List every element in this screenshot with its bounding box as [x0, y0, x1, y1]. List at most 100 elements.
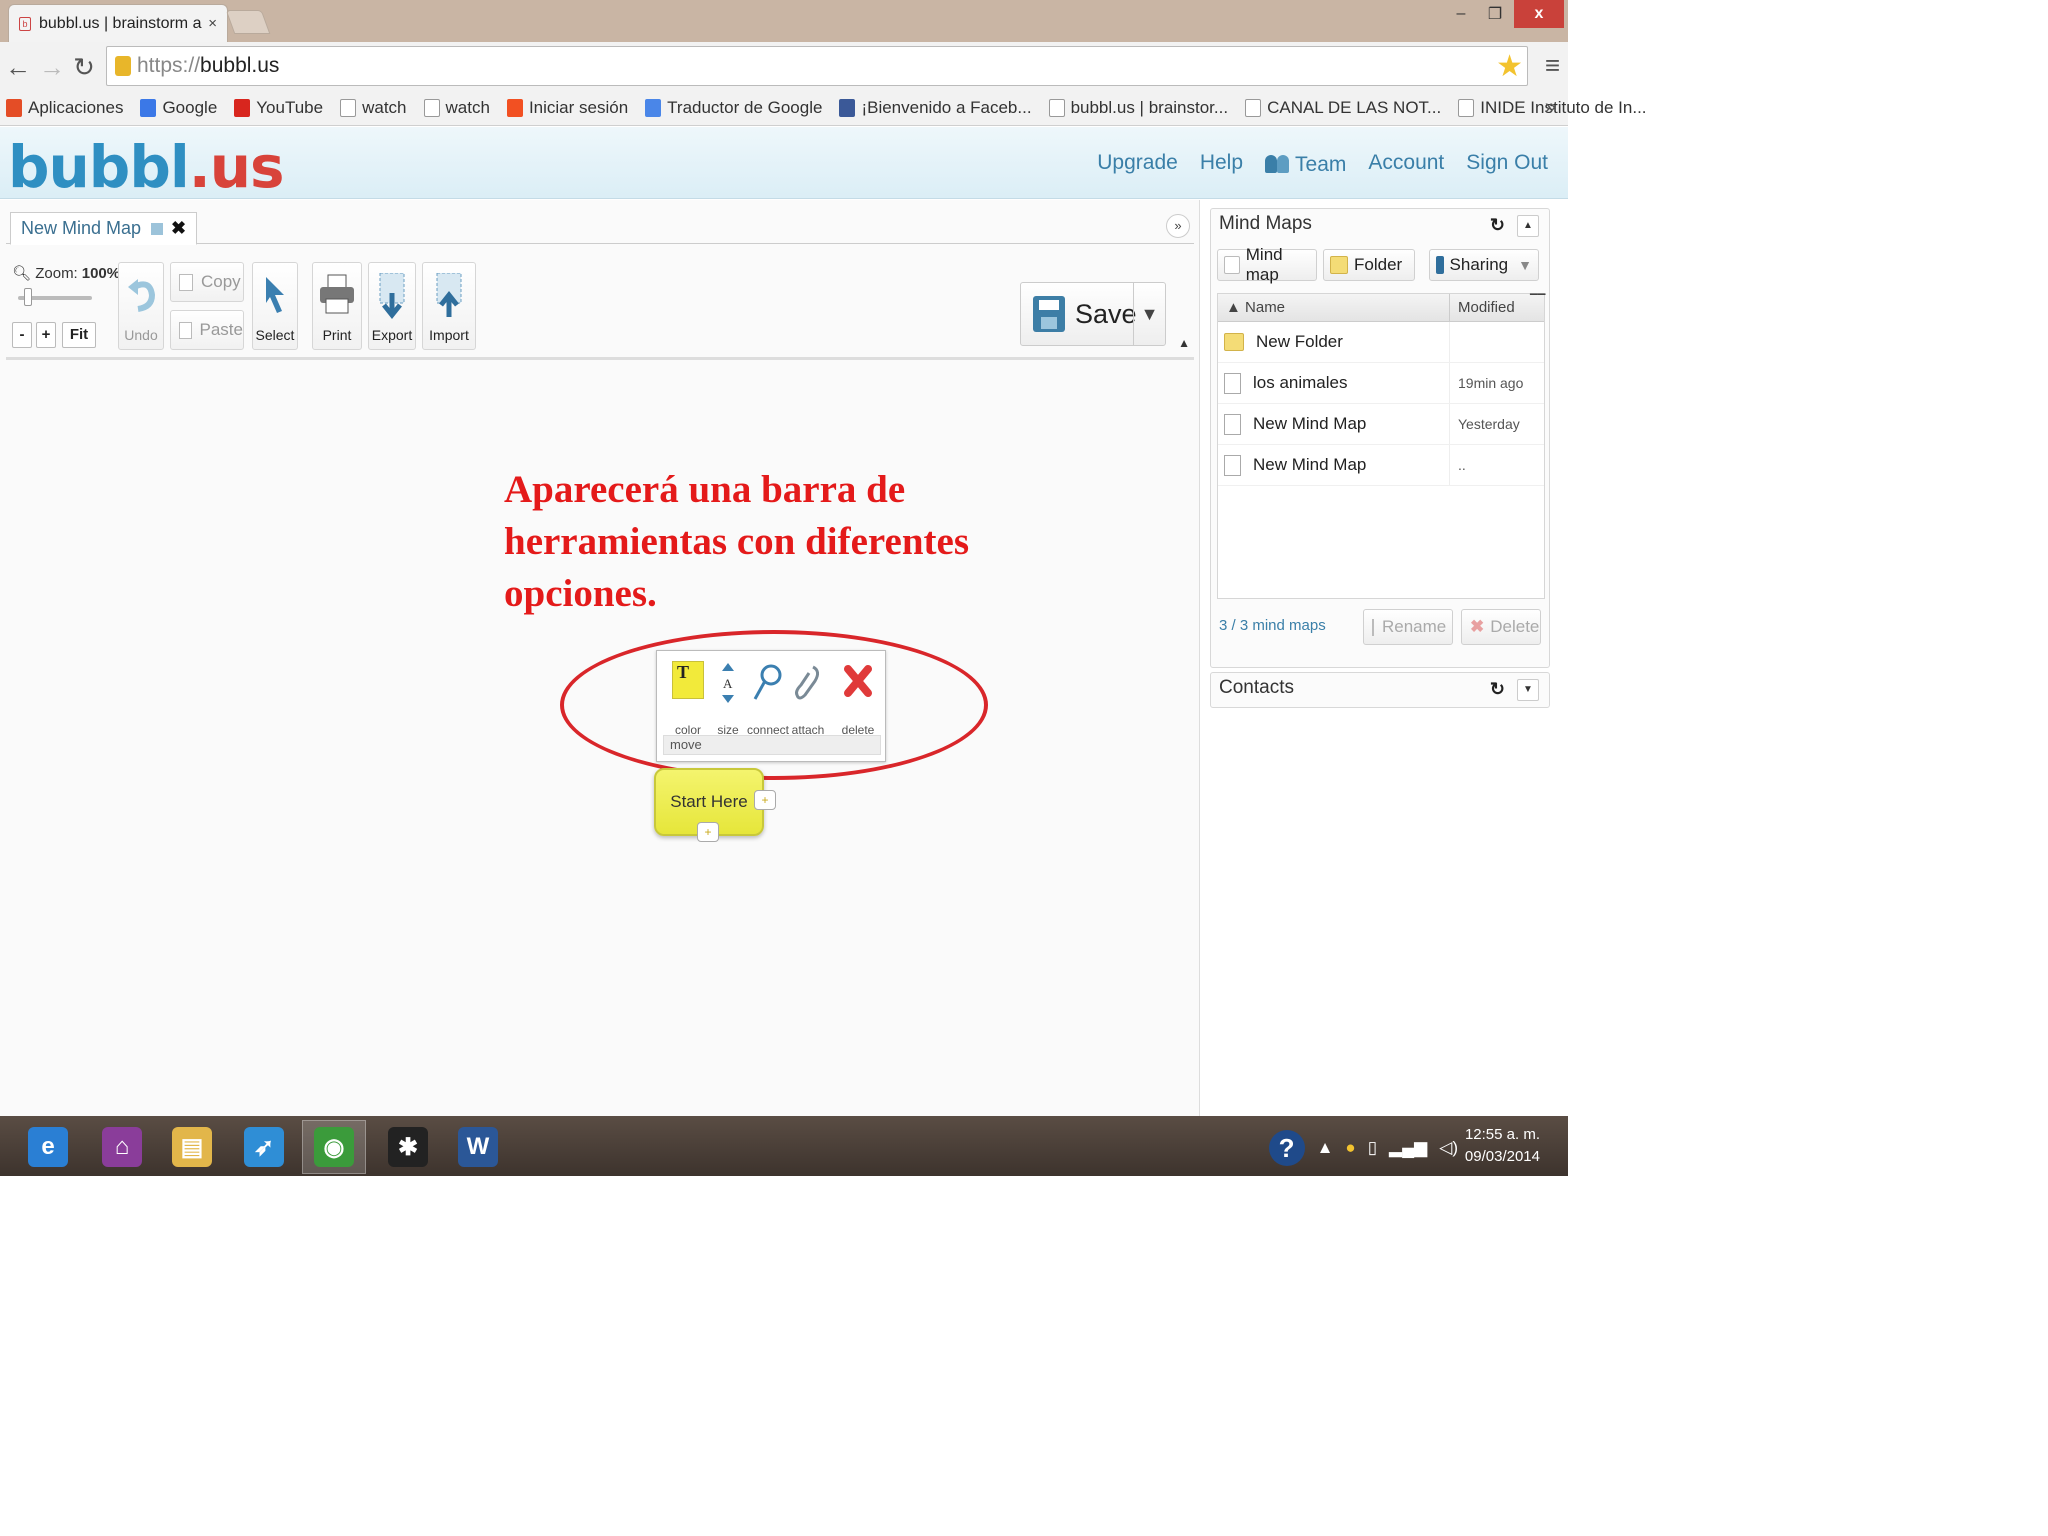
file-row[interactable]: New Folder: [1218, 322, 1544, 363]
select-arrow-icon: [266, 277, 284, 313]
select-button[interactable]: Select: [252, 262, 298, 350]
nav-team[interactable]: Team: [1265, 151, 1346, 177]
system-clock[interactable]: 12:55 a. m. 09/03/2014: [1465, 1124, 1540, 1168]
zoom-fit-button[interactable]: Fit: [62, 322, 96, 348]
nav-upgrade[interactable]: Upgrade: [1097, 151, 1178, 177]
browser-menu-icon[interactable]: ≡: [1545, 50, 1560, 81]
undo-button[interactable]: Undo: [118, 262, 164, 350]
taskbar-file-explorer[interactable]: ▤: [160, 1120, 224, 1174]
column-name-header[interactable]: ▲ Name: [1218, 294, 1450, 321]
zoom-slider[interactable]: [18, 288, 92, 306]
zoom-in-button[interactable]: +: [36, 322, 56, 348]
export-button[interactable]: Export: [368, 262, 416, 350]
file-row[interactable]: New Mind Map Yesterday: [1218, 404, 1544, 445]
node-color-button[interactable]: T color: [667, 661, 709, 737]
add-child-icon[interactable]: +: [697, 822, 719, 842]
browser-tab[interactable]: b bubbl.us | brainstorm and ×: [8, 4, 228, 42]
close-window-button[interactable]: x: [1514, 0, 1564, 28]
zoom-out-button[interactable]: -: [12, 322, 32, 348]
new-mind-map-button[interactable]: Mind map: [1217, 245, 1317, 284]
tab-new-mind-map[interactable]: New Mind Map ✖: [10, 212, 198, 245]
rename-button[interactable]: Rename: [1363, 609, 1453, 645]
bookmark-item[interactable]: Aplicaciones: [6, 98, 123, 118]
delete-map-button[interactable]: ✖ Delete: [1461, 609, 1541, 645]
back-arrow-icon[interactable]: ←: [4, 52, 32, 83]
close-doc-icon[interactable]: ✖: [171, 218, 186, 239]
contacts-expand-icon[interactable]: ▼: [1517, 679, 1539, 701]
save-dropdown-icon[interactable]: ▼: [1133, 283, 1165, 345]
tray-app-icon[interactable]: ●: [1345, 1138, 1355, 1158]
new-folder-button[interactable]: Folder: [1323, 249, 1415, 281]
sharing-button[interactable]: Sharing ▼: [1429, 249, 1539, 281]
zoom-slider-thumb[interactable]: [24, 288, 32, 306]
zoom-caption: Zoom:: [35, 265, 78, 282]
contacts-refresh-icon[interactable]: ↻: [1490, 679, 1505, 700]
bookmark-item[interactable]: bubbl.us | brainstor...: [1048, 98, 1228, 118]
sharing-dropdown-icon[interactable]: ▼: [1518, 257, 1532, 273]
taskbar-chrome[interactable]: ◉: [302, 1120, 366, 1174]
nav-help[interactable]: Help: [1200, 151, 1243, 177]
file-row[interactable]: los animales 19min ago: [1218, 363, 1544, 404]
bookmark-item[interactable]: Traductor de Google: [645, 98, 822, 118]
sharing-icon: [1436, 256, 1444, 274]
taskbar-games[interactable]: ✱: [376, 1120, 440, 1174]
battery-icon[interactable]: ▯: [1368, 1138, 1377, 1158]
taskbar-remote[interactable]: ⌂: [90, 1120, 154, 1174]
save-button[interactable]: Save ▼: [1020, 282, 1166, 346]
nav-sign-out[interactable]: Sign Out: [1466, 151, 1548, 177]
bookmark-item[interactable]: Iniciar sesión: [506, 98, 628, 118]
print-button[interactable]: Print: [312, 262, 362, 350]
node-delete-button[interactable]: delete: [837, 661, 879, 737]
refresh-icon[interactable]: ↻: [1490, 215, 1505, 236]
tray-expand-icon[interactable]: ▲: [1317, 1138, 1334, 1158]
bookmark-item[interactable]: watch: [340, 98, 407, 118]
bookmark-item[interactable]: watch: [423, 98, 490, 118]
help-icon[interactable]: ?: [1268, 1130, 1305, 1166]
sort-asc-icon: ▲: [1226, 299, 1246, 316]
bookmark-item[interactable]: Google: [140, 98, 217, 118]
bookmark-item[interactable]: ¡Bienvenido a Faceb...: [839, 98, 1032, 118]
bubblus-logo[interactable]: bubbl.us: [8, 133, 285, 201]
contacts-panel: Contacts ↻ ▼: [1210, 672, 1550, 708]
bookmark-star-icon[interactable]: ★: [1496, 49, 1523, 84]
taskbar-word[interactable]: W: [446, 1120, 510, 1174]
file-name-cell: los animales: [1218, 363, 1450, 403]
column-modified-header[interactable]: Modified: [1450, 294, 1530, 321]
ribbon-collapse-icon[interactable]: ▲: [1178, 336, 1190, 350]
import-button[interactable]: Import: [422, 262, 476, 350]
new-tab-button[interactable]: [225, 10, 271, 34]
node-connect-button[interactable]: connect: [747, 661, 789, 737]
editor-ribbon: 🔍︎ Zoom: 100% - + Fit Undo Copy Paste Sel…: [6, 258, 1194, 360]
panel-collapse-icon[interactable]: ▲: [1517, 215, 1539, 237]
file-row[interactable]: New Mind Map..: [1218, 445, 1544, 486]
minimize-button[interactable]: –: [1446, 0, 1476, 28]
copy-button[interactable]: Copy: [170, 262, 244, 302]
collapse-panel-icon[interactable]: »: [1166, 214, 1190, 238]
reload-icon[interactable]: ↻: [70, 52, 98, 83]
bookmarks-overflow-icon[interactable]: »: [1545, 96, 1556, 119]
taskbar-internet-explorer[interactable]: e: [16, 1120, 80, 1174]
file-name: New Folder: [1256, 332, 1343, 351]
node-move-handle[interactable]: move: [663, 735, 881, 755]
paste-button[interactable]: Paste: [170, 310, 244, 350]
forward-arrow-icon[interactable]: →: [38, 52, 66, 83]
node-attach-button[interactable]: attach: [787, 661, 829, 737]
bookmark-item[interactable]: YouTube: [234, 98, 323, 118]
nav-account[interactable]: Account: [1368, 151, 1444, 177]
new-folder-label: Folder: [1354, 255, 1403, 274]
copy-icon: [179, 273, 193, 291]
bookmark-item[interactable]: CANAL DE LAS NOT...: [1245, 98, 1441, 118]
node-size-button[interactable]: A size: [707, 661, 749, 737]
column-menu-icon[interactable]: ▔▔: [1530, 294, 1545, 321]
like-icon: [1245, 98, 1262, 117]
doc-tab-status-icon: [151, 222, 164, 235]
add-sibling-icon[interactable]: +: [754, 790, 776, 810]
volume-icon[interactable]: ◁): [1439, 1138, 1458, 1158]
signal-icon[interactable]: ▂▄▆: [1389, 1138, 1427, 1158]
address-bar[interactable]: https:// bubbl.us ★: [106, 46, 1528, 86]
tab-close-icon[interactable]: ×: [208, 15, 217, 32]
taskbar-rocket[interactable]: ➶: [232, 1120, 296, 1174]
team-icon: [1265, 153, 1291, 173]
maximize-button[interactable]: ❐: [1480, 0, 1510, 28]
paste-icon: [179, 321, 192, 339]
